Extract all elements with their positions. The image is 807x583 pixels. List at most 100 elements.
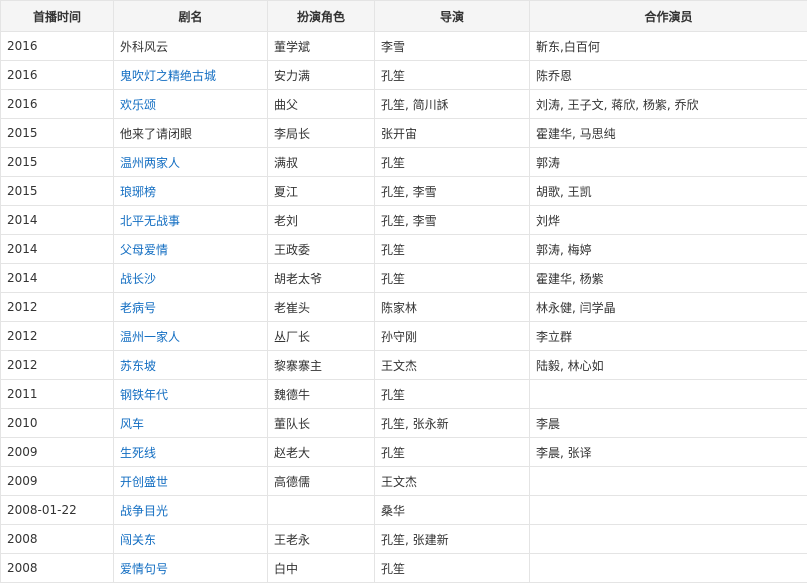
table-row: 2016欢乐颂曲父孔笙, 简川訸刘涛, 王子文, 蒋欣, 杨紫, 乔欣	[1, 90, 807, 119]
cell-title[interactable]: 爱情句号	[114, 554, 268, 583]
title-link[interactable]: 生死线	[120, 446, 156, 460]
cell-costars: 霍建华, 马思纯	[530, 119, 807, 148]
cell-title[interactable]: 战长沙	[114, 264, 268, 293]
cell-title[interactable]: 鬼吹灯之精绝古城	[114, 61, 268, 90]
cell-costars: 陆毅, 林心如	[530, 351, 807, 380]
cell-air-date: 2009	[1, 467, 114, 496]
title-link[interactable]: 战争目光	[120, 504, 168, 518]
cell-air-date: 2014	[1, 264, 114, 293]
cell-title[interactable]: 温州两家人	[114, 148, 268, 177]
cell-role: 老刘	[268, 206, 375, 235]
table-row: 2010风车董队长孔笙, 张永新李晨	[1, 409, 807, 438]
cell-role: 黎寨寨主	[268, 351, 375, 380]
title-link[interactable]: 爱情句号	[120, 562, 168, 576]
cell-role: 夏江	[268, 177, 375, 206]
title-link[interactable]: 闯关东	[120, 533, 156, 547]
cell-role: 王政委	[268, 235, 375, 264]
table-row: 2008-01-22战争目光桑华	[1, 496, 807, 525]
cell-costars: 霍建华, 杨紫	[530, 264, 807, 293]
cell-costars: 郭涛	[530, 148, 807, 177]
cell-title[interactable]: 生死线	[114, 438, 268, 467]
cell-director: 王文杰	[375, 351, 530, 380]
table-row: 2014战长沙胡老太爷孔笙霍建华, 杨紫	[1, 264, 807, 293]
cell-air-date: 2016	[1, 32, 114, 61]
table-row: 2014父母爱情王政委孔笙郭涛, 梅婷	[1, 235, 807, 264]
cell-director: 孔笙, 李雪	[375, 177, 530, 206]
cell-director: 孔笙, 张建新	[375, 525, 530, 554]
title-link[interactable]: 父母爱情	[120, 243, 168, 257]
cell-role: 满叔	[268, 148, 375, 177]
cell-director: 孔笙, 李雪	[375, 206, 530, 235]
cell-director: 孔笙	[375, 264, 530, 293]
cell-title[interactable]: 琅琊榜	[114, 177, 268, 206]
title-link[interactable]: 琅琊榜	[120, 185, 156, 199]
cell-costars	[530, 467, 807, 496]
cell-air-date: 2016	[1, 61, 114, 90]
header-director: 导演	[375, 1, 530, 32]
cell-title[interactable]: 父母爱情	[114, 235, 268, 264]
table-row: 2015 温州两家人 满叔孔笙郭涛	[1, 148, 807, 177]
cell-costars: 胡歌, 王凯	[530, 177, 807, 206]
cell-costars: 郭涛, 梅婷	[530, 235, 807, 264]
cell-role: 魏德牛	[268, 380, 375, 409]
cell-director: 孔笙, 张永新	[375, 409, 530, 438]
cell-title[interactable]: 欢乐颂	[114, 90, 268, 119]
header-costars: 合作演员	[530, 1, 807, 32]
table-row: 2011 钢铁年代 魏德牛孔笙	[1, 380, 807, 409]
table-row: 2008爱情句号白中孔笙	[1, 554, 807, 583]
title-link[interactable]: 北平无战事	[120, 214, 180, 228]
title-link[interactable]: 战长沙	[120, 272, 156, 286]
title-link[interactable]: 鬼吹灯之精绝古城	[120, 69, 216, 83]
cell-air-date: 2015	[1, 148, 114, 177]
cell-title[interactable]: 苏东坡	[114, 351, 268, 380]
cell-role: 丛厂长	[268, 322, 375, 351]
cell-air-date: 2008	[1, 525, 114, 554]
cell-title[interactable]: 北平无战事	[114, 206, 268, 235]
cell-air-date: 2010	[1, 409, 114, 438]
title-link[interactable]: 钢铁年代	[120, 388, 168, 402]
cell-costars: 李晨, 张译	[530, 438, 807, 467]
header-role: 扮演角色	[268, 1, 375, 32]
cell-air-date: 2011	[1, 380, 114, 409]
header-title: 剧名	[114, 1, 268, 32]
title-link[interactable]: 温州两家人	[120, 156, 180, 170]
cell-title[interactable]: 风车	[114, 409, 268, 438]
cell-costars	[530, 554, 807, 583]
title-link[interactable]: 老病号	[120, 301, 156, 315]
table-row: 2009开创盛世高德儒王文杰	[1, 467, 807, 496]
cell-director: 孔笙	[375, 380, 530, 409]
table-row: 2012老病号老崔头陈家林林永健, 闫学晶	[1, 293, 807, 322]
cell-title[interactable]: 温州一家人	[114, 322, 268, 351]
cell-costars	[530, 525, 807, 554]
cell-costars: 李立群	[530, 322, 807, 351]
title-link[interactable]: 欢乐颂	[120, 98, 156, 112]
cell-air-date: 2008-01-22	[1, 496, 114, 525]
table-row: 2014北平无战事老刘孔笙, 李雪刘烨	[1, 206, 807, 235]
title-link[interactable]: 温州一家人	[120, 330, 180, 344]
cell-costars: 李晨	[530, 409, 807, 438]
cell-title[interactable]: 老病号	[114, 293, 268, 322]
table-body: 2016外科风云董学斌李雪靳东,白百何2016鬼吹灯之精绝古城安力满孔笙陈乔恩2…	[1, 32, 807, 583]
cell-director: 孔笙	[375, 148, 530, 177]
cell-role: 李局长	[268, 119, 375, 148]
title-link[interactable]: 开创盛世	[120, 475, 168, 489]
cell-title[interactable]: 战争目光	[114, 496, 268, 525]
table-row: 2009生死线赵老大孔笙李晨, 张译	[1, 438, 807, 467]
cell-director: 孔笙	[375, 438, 530, 467]
title-link[interactable]: 苏东坡	[120, 359, 156, 373]
cell-costars: 陈乔恩	[530, 61, 807, 90]
cell-air-date: 2015	[1, 177, 114, 206]
cell-air-date: 2012	[1, 351, 114, 380]
cell-title: 他来了请闭眼	[114, 119, 268, 148]
cell-title[interactable]: 闯关东	[114, 525, 268, 554]
cell-director: 孔笙	[375, 61, 530, 90]
table-row: 2008 闯关东 王老永孔笙, 张建新	[1, 525, 807, 554]
cell-role: 王老永	[268, 525, 375, 554]
filmography-table: 首播时间 剧名 扮演角色 导演 合作演员 2016外科风云董学斌李雪靳东,白百何…	[0, 0, 807, 583]
title-link[interactable]: 风车	[120, 417, 144, 431]
cell-costars: 靳东,白百何	[530, 32, 807, 61]
cell-air-date: 2009	[1, 438, 114, 467]
cell-title[interactable]: 钢铁年代	[114, 380, 268, 409]
cell-director: 孙守刚	[375, 322, 530, 351]
cell-title[interactable]: 开创盛世	[114, 467, 268, 496]
